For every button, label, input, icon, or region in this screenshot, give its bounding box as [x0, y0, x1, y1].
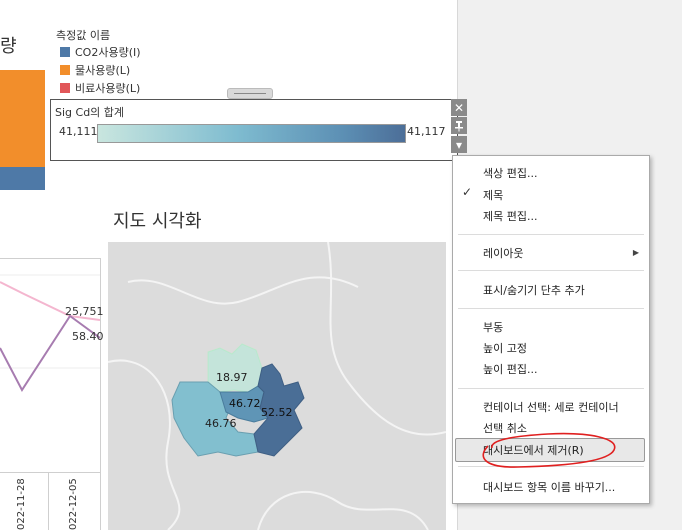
legend-title: 측정값 이름	[56, 29, 111, 42]
checkmark-icon: ✓	[462, 185, 473, 199]
menu-separator	[458, 234, 644, 235]
map-region-18.97[interactable]	[207, 343, 263, 393]
region-label: 52.52	[261, 406, 293, 419]
menu-separator	[458, 308, 644, 309]
menu-item-add-show-hide-button[interactable]: 표시/숨기기 단추 추가	[483, 282, 585, 298]
menu-item-fix-height[interactable]: 높이 고정	[483, 340, 527, 356]
x-tick-label: 022-11-28	[16, 478, 27, 530]
menu-item-layout[interactable]: 레이아웃	[483, 245, 523, 261]
menu-item-rename-dashboard-item[interactable]: 대시보드 항목 이름 바꾸기...	[483, 479, 615, 495]
menu-item-edit-title[interactable]: 제목 편집...	[483, 208, 537, 224]
legend-label: 비료사용량(L)	[75, 82, 141, 95]
chart-right-border	[100, 258, 101, 530]
legend-swatch	[60, 65, 70, 75]
data-label: 25,751	[65, 305, 104, 318]
map-view[interactable]	[108, 242, 446, 530]
x-axis-gridline	[48, 472, 49, 530]
x-tick-label: 022-12-05	[68, 478, 79, 530]
series-line-purple[interactable]	[0, 314, 100, 392]
line-chart-plot	[0, 274, 100, 392]
color-legend-max: 41,117	[407, 125, 446, 138]
red-annotation-stroke	[482, 432, 616, 468]
bar-co2-usage[interactable]	[0, 167, 45, 190]
bar-water-usage[interactable]	[0, 70, 45, 167]
bar-chart-title-fragment: 량	[0, 36, 17, 57]
color-legend-container[interactable]: Sig Cd의 합계 41,111 41,117	[50, 99, 458, 161]
menu-item-edit-height[interactable]: 높이 편집...	[483, 361, 537, 377]
legend-item-water[interactable]: 물사용량(L)	[60, 62, 130, 78]
menu-item-select-container[interactable]: 컨테이너 선택: 세로 컨테이너	[483, 399, 619, 415]
legend-label: CO2사용량(I)	[75, 46, 141, 59]
menu-item-edit-colors[interactable]: 색상 편집...	[483, 165, 537, 181]
pin-icon[interactable]	[451, 117, 467, 134]
move-grip-handle[interactable]	[227, 88, 273, 99]
x-axis-line	[0, 472, 100, 473]
legend-label: 물사용량(L)	[75, 64, 131, 77]
more-options-dropdown-icon[interactable]: ▾	[451, 136, 467, 153]
legend-item-fertilizer[interactable]: 비료사용량(L)	[60, 80, 140, 96]
region-label: 46.76	[205, 417, 237, 430]
annotation-circle	[482, 432, 616, 468]
menu-item-title[interactable]: 제목	[483, 187, 503, 203]
color-legend-title: Sig Cd의 합계	[55, 106, 125, 119]
legend-swatch	[60, 47, 70, 57]
menu-separator	[458, 270, 644, 271]
map-canvas	[108, 242, 446, 530]
menu-item-floating[interactable]: 부동	[483, 319, 503, 335]
map-title: 지도 시각화	[113, 211, 202, 232]
menu-separator	[458, 388, 644, 389]
submenu-arrow-icon: ▶	[632, 248, 639, 257]
region-label: 46.72	[229, 397, 261, 410]
color-gradient-bar	[97, 124, 406, 143]
region-label: 18.97	[216, 371, 248, 384]
pin-glyph	[455, 120, 463, 131]
data-label: 58.40	[72, 330, 104, 343]
legend-item-co2[interactable]: CO2사용량(I)	[60, 44, 141, 60]
color-legend-min: 41,111	[59, 125, 98, 138]
close-icon[interactable]: ✕	[451, 99, 467, 116]
legend-swatch	[60, 83, 70, 93]
